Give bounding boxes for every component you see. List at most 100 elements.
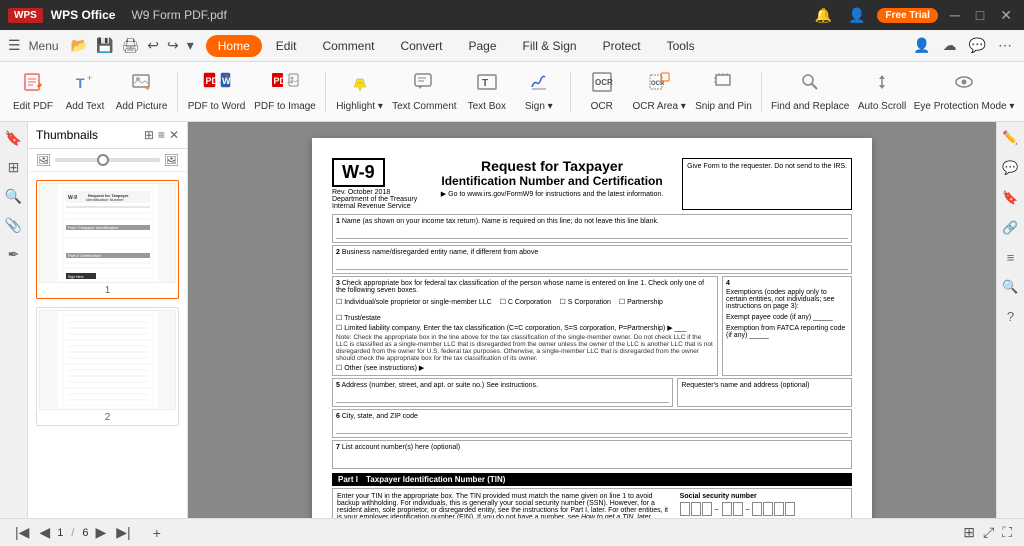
highlight-button[interactable]: Highlight ▾: [332, 65, 387, 119]
add-text-button[interactable]: T+ Add Text: [60, 65, 110, 119]
tab-comment[interactable]: Comment: [310, 35, 386, 57]
edit-pdf-button[interactable]: Edit PDF: [8, 65, 58, 119]
bottom-right: ⊞ ⤢ ⛶: [963, 524, 1012, 541]
edit-pdf-icon: [22, 71, 44, 99]
thumbnails-header: Thumbnails ⊞ ≡ ✕: [28, 122, 187, 149]
pdf-page: W-9 Rev. October 2018 Department of the …: [312, 138, 872, 518]
close-icon[interactable]: ✕: [996, 5, 1016, 26]
user-icon[interactable]: 👤: [844, 5, 869, 26]
svg-text:OCR: OCR: [651, 81, 665, 87]
ocr-area-icon: OCR: [648, 71, 670, 99]
svg-text:+: +: [145, 84, 150, 93]
chat-icon[interactable]: 💬: [965, 35, 990, 56]
settings-icon[interactable]: ⋯: [994, 35, 1016, 56]
tab-tools[interactable]: Tools: [655, 35, 707, 57]
open-icon[interactable]: 📂: [67, 35, 92, 56]
pdf-to-image-button[interactable]: PDF→ PDF to Image: [251, 65, 319, 119]
bookmark-icon[interactable]: 🔖: [1, 126, 26, 151]
svg-text:T: T: [76, 75, 85, 91]
sign-icon: [528, 71, 550, 99]
annotation-icon[interactable]: 📎: [1, 213, 26, 238]
zoom-right-icon[interactable]: 🔍: [998, 275, 1022, 299]
thumbnails-zoom-bar: 🖼 🖼: [28, 149, 187, 172]
snip-pin-button[interactable]: Snip and Pin: [692, 65, 756, 119]
text-box-icon: T: [476, 71, 498, 99]
last-page-button[interactable]: ▶|: [113, 524, 133, 541]
view-fit-icon[interactable]: ⤢: [983, 524, 994, 541]
current-page: 1: [57, 527, 63, 539]
comment-right-icon[interactable]: 💬: [998, 156, 1022, 180]
signature-left-icon[interactable]: ✒: [4, 242, 24, 267]
share-icon[interactable]: 👤: [909, 35, 934, 56]
thumbnail-page-1[interactable]: W-9 Request for Taxpayer Identification …: [36, 180, 179, 299]
prev-page-button[interactable]: ◀: [36, 524, 53, 541]
undo-icon[interactable]: ↩: [143, 35, 163, 56]
file-name: W9 Form PDF.pdf: [131, 8, 226, 22]
bottom-bar: |◀ ◀ 1 / 6 ▶ ▶| + ⊞ ⤢ ⛶: [0, 518, 1024, 546]
thumbnail-icon[interactable]: ⊞: [4, 155, 24, 180]
text-box-button[interactable]: T Text Box: [462, 65, 512, 119]
text-comment-icon: [413, 71, 435, 99]
thumbnails-panel: Thumbnails ⊞ ≡ ✕ 🖼 🖼 W-9 Req: [28, 122, 188, 518]
cloud-icon[interactable]: ☁: [939, 35, 961, 56]
svg-text:Sign Here: Sign Here: [68, 275, 84, 279]
hamburger-icon[interactable]: ☰: [8, 37, 21, 54]
menu-label[interactable]: Menu: [29, 39, 59, 53]
thumbnails-list-icon[interactable]: ≡: [158, 128, 165, 142]
save-icon[interactable]: 💾: [92, 35, 117, 56]
view-fullscreen-icon[interactable]: ⛶: [1002, 524, 1012, 541]
sign-button[interactable]: Sign ▾: [514, 65, 564, 119]
tab-edit[interactable]: Edit: [264, 35, 309, 57]
minimize-icon[interactable]: ─: [946, 5, 964, 25]
bookmark-right-icon[interactable]: 🔖: [998, 186, 1022, 210]
zoom-slider[interactable]: [55, 158, 160, 162]
tab-home[interactable]: Home: [206, 35, 262, 57]
main-area: 🔖 ⊞ 🔍 📎 ✒ Thumbnails ⊞ ≡ ✕ 🖼 🖼: [0, 122, 1024, 518]
help-right-icon[interactable]: ?: [1003, 305, 1018, 328]
tab-convert[interactable]: Convert: [388, 35, 454, 57]
view-grid-icon[interactable]: ⊞: [963, 524, 975, 541]
svg-text:Part II Certification: Part II Certification: [68, 253, 101, 258]
search-left-icon[interactable]: 🔍: [1, 184, 26, 209]
edit-right-icon[interactable]: ✏️: [998, 126, 1022, 150]
pdf-viewer[interactable]: W-9 Rev. October 2018 Department of the …: [188, 122, 996, 518]
tab-page[interactable]: Page: [457, 35, 509, 57]
svg-text:OCR: OCR: [595, 78, 613, 87]
zoom-in-icon[interactable]: 🖼: [164, 153, 179, 167]
first-page-button[interactable]: |◀: [12, 524, 32, 541]
thumbnails-grid-icon[interactable]: ⊞: [144, 128, 154, 142]
ocr-icon: OCR: [591, 71, 613, 99]
thumbnail-img-2: [39, 310, 176, 410]
next-page-button[interactable]: ▶: [93, 524, 110, 541]
add-picture-button[interactable]: + Add Picture: [112, 65, 171, 119]
zoom-thumb: [97, 154, 109, 166]
highlight-label: Highlight ▾: [336, 101, 383, 112]
text-right-icon[interactable]: ≡: [1003, 246, 1019, 269]
tab-fill-sign[interactable]: Fill & Sign: [511, 35, 589, 57]
add-picture-label: Add Picture: [116, 101, 168, 112]
free-trial-badge[interactable]: Free Trial: [877, 8, 937, 23]
link-right-icon[interactable]: 🔗: [998, 216, 1022, 240]
auto-scroll-button[interactable]: Auto Scroll: [854, 65, 910, 119]
add-page-button[interactable]: +: [150, 525, 164, 541]
print-icon[interactable]: 🖨: [117, 35, 143, 56]
find-replace-button[interactable]: Find and Replace: [768, 65, 852, 119]
ocr-button[interactable]: OCR OCR: [577, 65, 627, 119]
pdf-to-word-button[interactable]: PDF→W0 PDF to Word: [184, 65, 249, 119]
text-comment-button[interactable]: Text Comment: [389, 65, 460, 119]
toolbar-sep-4: [761, 72, 762, 112]
thumbnail-page-2[interactable]: 2: [36, 307, 179, 426]
redo-icon[interactable]: ↪: [163, 35, 183, 56]
thumbnail-num-1: 1: [39, 285, 176, 296]
zoom-out-icon[interactable]: 🖼: [36, 153, 51, 167]
toolbar-sep-3: [570, 72, 571, 112]
eye-protection-button[interactable]: Eye Protection Mode ▾: [912, 65, 1016, 119]
ocr-area-button[interactable]: OCR OCR Area ▾: [629, 65, 690, 119]
eye-protection-label: Eye Protection Mode ▾: [914, 101, 1015, 112]
dropdown-icon[interactable]: ▾: [183, 35, 198, 56]
tab-protect[interactable]: Protect: [591, 35, 653, 57]
maximize-icon[interactable]: □: [972, 5, 988, 25]
notification-icon[interactable]: 🔔: [811, 5, 836, 26]
left-sidebar: 🔖 ⊞ 🔍 📎 ✒: [0, 122, 28, 518]
thumbnails-close-icon[interactable]: ✕: [169, 128, 179, 142]
